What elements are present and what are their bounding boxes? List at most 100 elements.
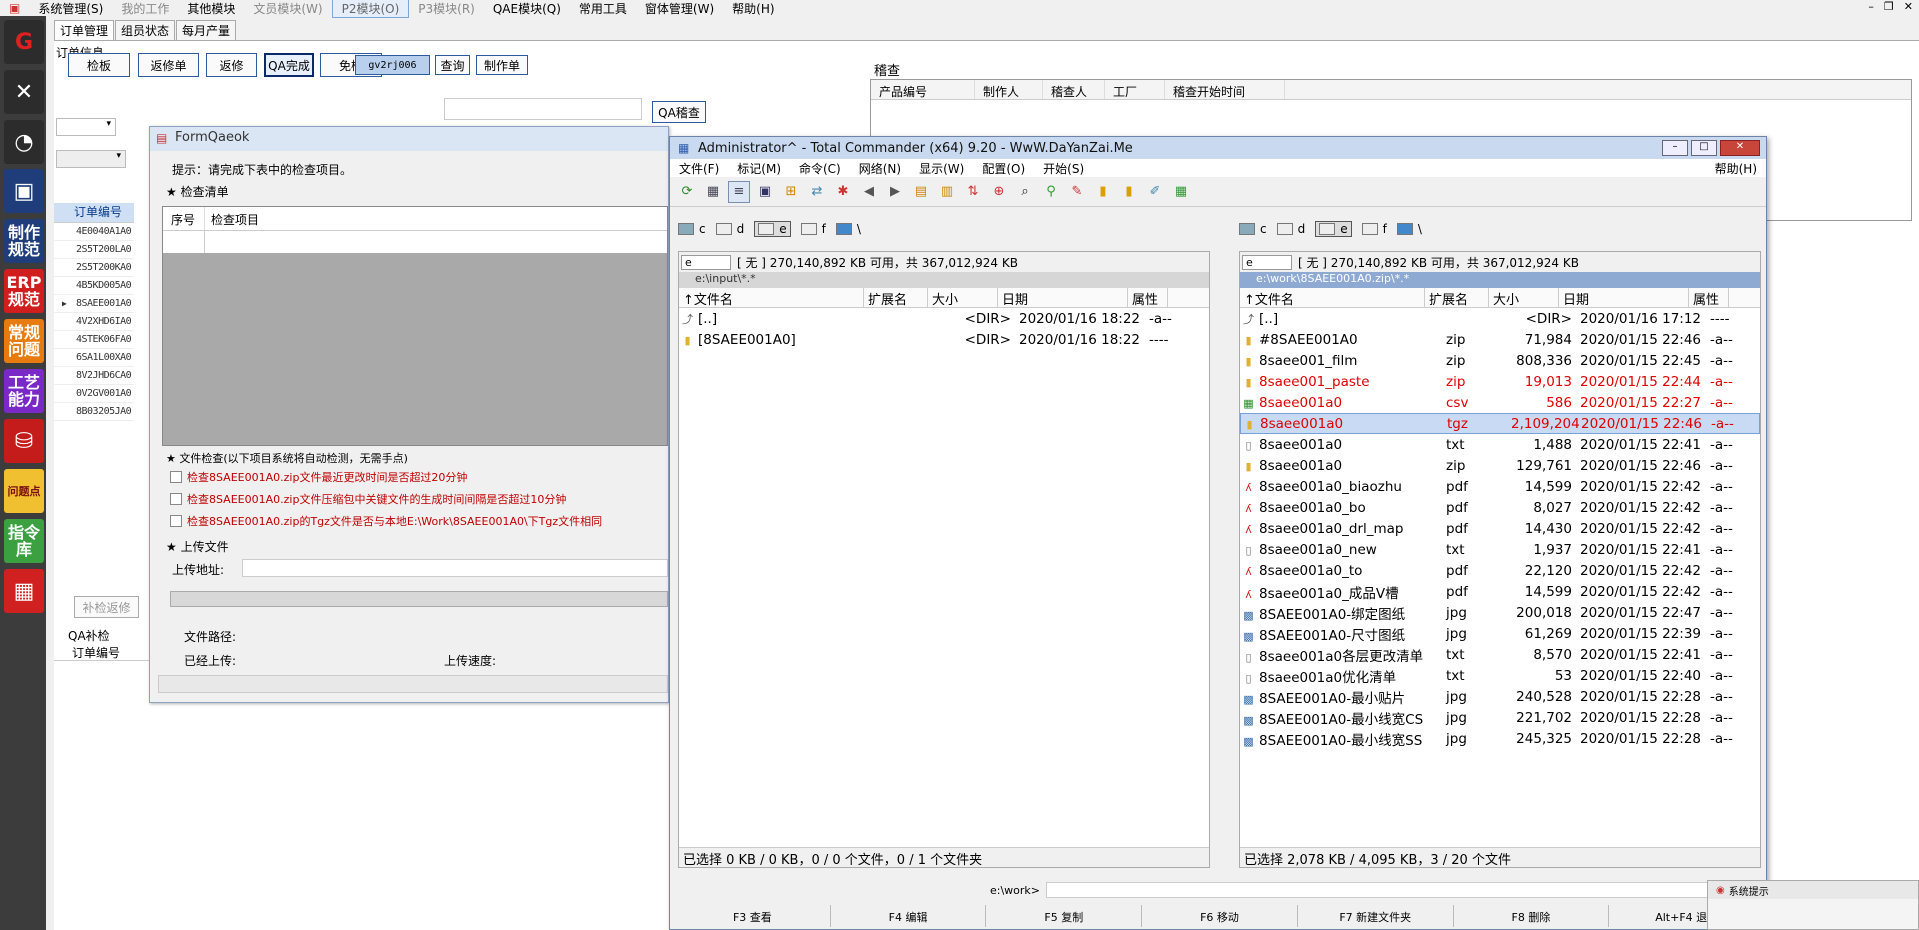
tc-menu-item[interactable]: 配置(O) bbox=[973, 160, 1034, 177]
order-action-button[interactable]: 检板 bbox=[68, 53, 130, 77]
fkey-button[interactable]: F4 编辑 bbox=[831, 905, 987, 927]
tree-icon[interactable]: ⊞ bbox=[780, 181, 802, 203]
file-row[interactable]: ▯ 8saee001a0优化清单 txt 53 2020/01/15 22:40 -a-- bbox=[1240, 665, 1760, 686]
thumbnail-icon[interactable]: ▣ bbox=[754, 181, 776, 203]
select-icon[interactable]: ✱ bbox=[832, 181, 854, 203]
file-col-header[interactable]: 大小 bbox=[1489, 288, 1559, 307]
file-col-header[interactable]: ↑文件名 bbox=[1240, 288, 1425, 307]
tab-1[interactable]: 组员状态 bbox=[115, 20, 176, 40]
file-row[interactable]: ⤴ [..] <DIR> 2020/01/16 17:12 ---- bbox=[1240, 308, 1760, 329]
file-row[interactable]: ▦ 8saee001a0 csv 586 2020/01/15 22:27 -a-- bbox=[1240, 392, 1760, 413]
gv-user-button[interactable]: gv2rj006 bbox=[355, 55, 430, 75]
order-row[interactable]: 2S5T200LA0 bbox=[54, 241, 134, 259]
right-path[interactable]: e:\work\8SAEE001A0.zip\*.* bbox=[1240, 272, 1760, 288]
folder2-icon[interactable]: ▮ bbox=[1118, 181, 1140, 203]
minimize-icon[interactable]: – bbox=[1868, 0, 1874, 13]
tc-maximize-icon[interactable]: □ bbox=[1691, 140, 1717, 156]
file-row[interactable]: ▩ 8SAEE001A0-尺寸图纸 jpg 61,269 2020/01/15 22:3… bbox=[1240, 623, 1760, 644]
url-icon[interactable]: ⊕ bbox=[988, 181, 1010, 203]
order-row[interactable]: 4B5KD005A0 bbox=[54, 277, 134, 295]
drive-c-button[interactable]: c bbox=[1239, 221, 1267, 237]
fkey-button[interactable]: F7 新建文件夹 bbox=[1298, 905, 1454, 927]
sync-icon[interactable]: ⇄ bbox=[806, 181, 828, 203]
order-action-button[interactable]: 返修 bbox=[206, 53, 257, 77]
pack-icon[interactable]: ▤ bbox=[910, 181, 932, 203]
upload-addr-input[interactable] bbox=[242, 559, 668, 577]
check-item-2[interactable]: 检查8SAEE001A0.zip文件压缩包中关键文件的生成时间间隔是否超过10分… bbox=[170, 491, 566, 507]
order-action-button[interactable]: QA完成 bbox=[264, 53, 314, 77]
tc-menu-item[interactable]: 开始(S) bbox=[1034, 160, 1093, 177]
sidebar-item-5[interactable]: ERP规范 bbox=[4, 269, 44, 313]
search-icon[interactable]: ⌕ bbox=[1014, 181, 1036, 203]
refresh-icon[interactable]: ⟳ bbox=[676, 181, 698, 203]
file-row[interactable]: ▯ 8saee001a0各层更改清单 txt 8,570 2020/01/15 22:4… bbox=[1240, 644, 1760, 665]
checkbox[interactable] bbox=[170, 493, 182, 505]
calendar-icon[interactable]: ▦ bbox=[4, 569, 44, 613]
sidebar-item-4[interactable]: 制作规范 bbox=[4, 219, 44, 263]
left-path[interactable]: e:\input\*.* bbox=[679, 272, 1209, 288]
file-row[interactable]: ▩ 8SAEE001A0-最小线宽CS jpg 221,702 2020/01/15 2… bbox=[1240, 707, 1760, 728]
drive-d-button[interactable]: d bbox=[1276, 221, 1305, 237]
filter-dropdown-2[interactable]: ▾ bbox=[56, 150, 126, 168]
drive-d-button[interactable]: d bbox=[715, 221, 744, 237]
drive-e-button[interactable]: e bbox=[1315, 221, 1352, 237]
menu-item[interactable]: QAE模块(Q) bbox=[484, 0, 570, 17]
save-icon[interactable]: ▣ bbox=[4, 169, 44, 213]
fkey-button[interactable]: F3 查看 bbox=[675, 905, 831, 927]
file-row[interactable]: ▩ 8SAEE001A0-绑定图纸 jpg 200,018 2020/01/15 22:… bbox=[1240, 602, 1760, 623]
file-row[interactable]: ʎ 8saee001a0_drl_map pdf 14,430 2020/01/15 2… bbox=[1240, 518, 1760, 539]
drive-f-button[interactable]: f bbox=[1361, 221, 1387, 237]
tc-help-menu[interactable]: 帮助(H) bbox=[1706, 160, 1766, 177]
drive-network-button[interactable]: \ bbox=[835, 221, 861, 237]
file-row[interactable]: ʎ 8saee001a0_biaozhu pdf 14,599 2020/01/15 2… bbox=[1240, 476, 1760, 497]
tools-icon[interactable]: ✕ bbox=[4, 70, 44, 114]
order-row[interactable]: 0V2GV001A0 bbox=[54, 385, 134, 403]
fkey-button[interactable]: F8 删除 bbox=[1454, 905, 1610, 927]
list-icon[interactable]: ≡ bbox=[728, 180, 750, 203]
checkbox[interactable] bbox=[170, 471, 182, 483]
pdf-icon[interactable]: ✎ bbox=[1066, 181, 1088, 203]
file-col-header[interactable]: 扩展名 bbox=[1425, 288, 1489, 307]
query-button[interactable]: 查询 bbox=[435, 55, 470, 75]
tab-0[interactable]: 订单管理 bbox=[54, 20, 115, 40]
checklist-row[interactable] bbox=[163, 231, 667, 253]
drive-e-button[interactable]: e bbox=[754, 221, 791, 237]
checkbox[interactable] bbox=[170, 515, 182, 527]
search-box[interactable] bbox=[444, 98, 642, 120]
sidebar-item-10[interactable]: 指令库 bbox=[4, 519, 44, 563]
file-row[interactable]: ▮ 8saee001_paste zip 19,013 2020/01/15 22:44… bbox=[1240, 371, 1760, 392]
tc-menu-item[interactable]: 标记(M) bbox=[728, 160, 790, 177]
file-row[interactable]: ʎ 8saee001a0_成品V槽 pdf 14,599 2020/01/15 22:4… bbox=[1240, 581, 1760, 602]
order-row[interactable]: ▶ 8SAEE001A0 bbox=[54, 295, 134, 313]
file-row[interactable]: ʎ 8saee001a0_to pdf 22,120 2020/01/15 22:42-… bbox=[1240, 560, 1760, 581]
order-row[interactable]: 4STEK06FA0 bbox=[54, 331, 134, 349]
order-row[interactable]: 2S5T200KA0 bbox=[54, 259, 134, 277]
file-row[interactable]: ▯ 8saee001a0_new txt 1,937 2020/01/15 22:41-… bbox=[1240, 539, 1760, 560]
ftp-icon[interactable]: ⇅ bbox=[962, 181, 984, 203]
menu-item[interactable]: 其他模块 bbox=[178, 0, 244, 17]
drive-network-button[interactable]: \ bbox=[1396, 221, 1422, 237]
supplement-repair-button[interactable]: 补检返修 bbox=[74, 596, 139, 618]
right-drive-select[interactable]: e bbox=[1242, 254, 1292, 270]
view-icon[interactable]: ▦ bbox=[702, 181, 724, 203]
qa-review-button[interactable]: QA稽查 bbox=[652, 101, 706, 123]
file-row[interactable]: ⤴ [..] <DIR> 2020/01/16 18:22 -a-- bbox=[679, 308, 1209, 329]
cmd-input[interactable] bbox=[1046, 882, 1746, 898]
fkey-button[interactable]: F5 复制 bbox=[986, 905, 1143, 927]
file-col-header[interactable]: 日期 bbox=[998, 288, 1128, 307]
g-logo-icon[interactable]: G bbox=[4, 20, 44, 64]
file-row[interactable]: ▮ 8saee001_film zip 808,336 2020/01/15 22:45… bbox=[1240, 350, 1760, 371]
unpack-icon[interactable]: ▥ bbox=[936, 181, 958, 203]
menu-item[interactable]: 我的工作 bbox=[112, 0, 178, 17]
back-icon[interactable]: ◀ bbox=[858, 181, 880, 203]
tc-close-icon[interactable]: ✕ bbox=[1720, 140, 1760, 156]
menu-item[interactable]: 帮助(H) bbox=[723, 0, 783, 17]
restore-icon[interactable]: ❐ bbox=[1884, 0, 1894, 13]
order-action-button[interactable]: 返修单 bbox=[138, 53, 199, 77]
folder-icon[interactable]: ▮ bbox=[1092, 181, 1114, 203]
menu-item[interactable]: 窗体管理(W) bbox=[636, 0, 723, 17]
drive-f-button[interactable]: f bbox=[800, 221, 826, 237]
file-row[interactable]: ▩ 8SAEE001A0-最小贴片 jpg 240,528 2020/01/15 22:… bbox=[1240, 686, 1760, 707]
tc-menu-item[interactable]: 文件(F) bbox=[670, 160, 728, 177]
make-order-button[interactable]: 制作单 bbox=[476, 55, 528, 75]
